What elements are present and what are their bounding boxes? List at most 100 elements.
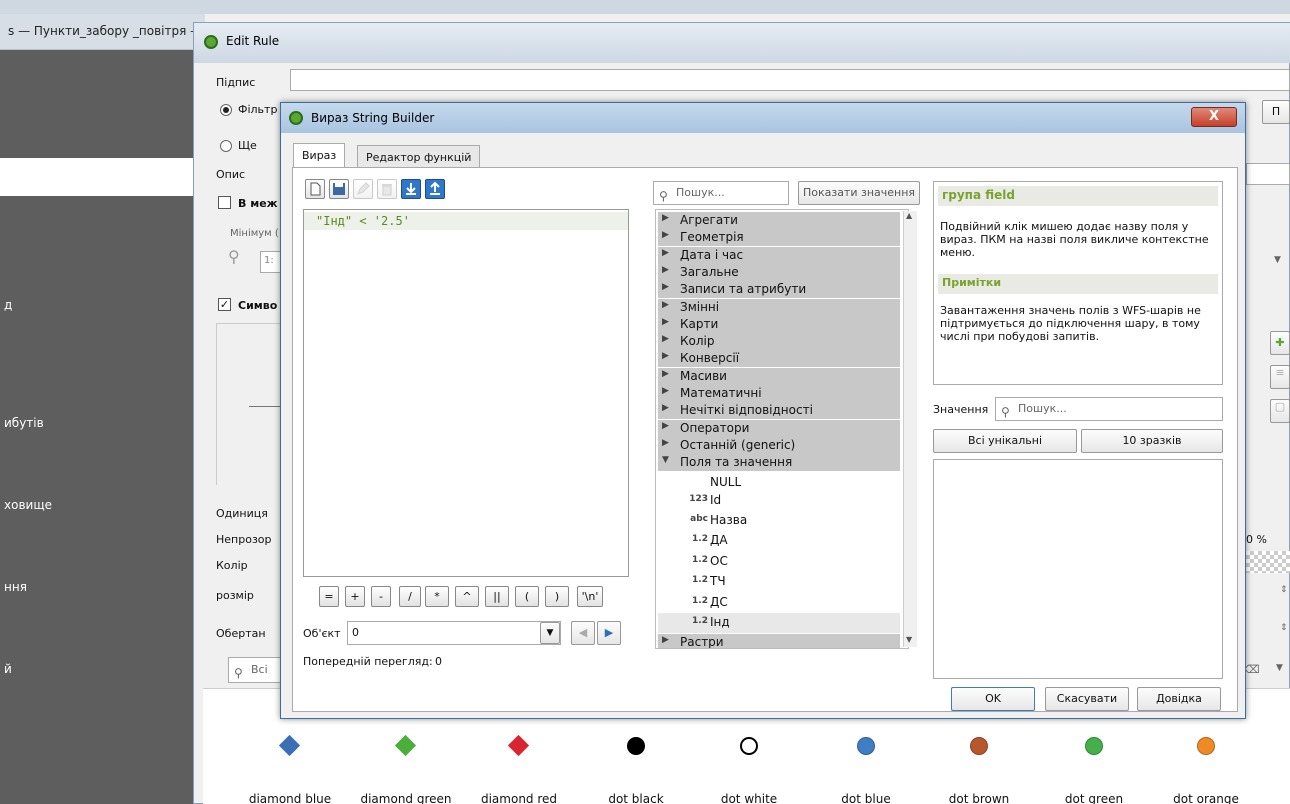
tree-group[interactable]: ▶ Растри — [658, 634, 900, 648]
tree-group[interactable]: ▶ Останній (generic) — [658, 436, 900, 454]
tree-group[interactable]: ▶ Геометрія — [658, 229, 900, 247]
close-button[interactable]: X — [1191, 107, 1237, 127]
tree-field-item[interactable]: 1.2 ДС — [658, 593, 900, 613]
function-tree-scrollbar[interactable]: ▲ ▼ — [903, 211, 917, 647]
background-panel-item[interactable]: ибутів — [4, 416, 44, 430]
operator-close-paren-button[interactable]: ) — [545, 586, 569, 607]
scale-checkbox[interactable] — [218, 196, 231, 209]
size-spinner-icon[interactable]: ⇕ — [1280, 585, 1288, 595]
values-search-input[interactable]: ⚲ Пошук... — [995, 397, 1223, 421]
symbol-search-input[interactable]: ⚲ Всі — [228, 657, 288, 683]
tree-field-item[interactable]: 1.2 ТЧ — [658, 572, 900, 592]
background-panel-item[interactable]: ховище — [4, 498, 52, 512]
expand-right-icon[interactable]: ▶ — [662, 438, 669, 448]
operator-concat-button[interactable]: || — [485, 586, 509, 607]
expand-right-icon[interactable]: ▶ — [662, 213, 669, 223]
tree-field-item[interactable]: 1.2 Інд — [658, 612, 900, 633]
object-select[interactable]: 0 — [347, 621, 561, 645]
tree-field-item[interactable]: 1.2 ДА — [658, 531, 900, 551]
expand-right-icon[interactable]: ▶ — [662, 317, 669, 327]
background-panel-item[interactable]: й — [4, 662, 12, 676]
tree-group[interactable]: ▼ Поля та значення — [658, 454, 900, 472]
symbol-checkbox[interactable]: ✓ — [218, 298, 231, 311]
function-tree[interactable]: ▶ Агрегати ▶ Геометрія ▶ Дата і час ▶ Загальне ▶… — [655, 209, 909, 649]
add-symbol-layer-button[interactable]: ✚ — [1270, 331, 1290, 355]
dot-symbol-icon[interactable] — [857, 737, 875, 755]
tree-group[interactable]: ▶ Колір — [658, 333, 900, 351]
label-input[interactable] — [290, 69, 1290, 91]
operator-power-button[interactable]: ^ — [455, 586, 479, 607]
previous-feature-button[interactable]: ◀ — [571, 621, 595, 645]
delete-button[interactable] — [377, 179, 397, 199]
clear-icon[interactable]: ⌫ — [1244, 663, 1260, 676]
tree-group[interactable]: ▶ Конверсії — [658, 350, 900, 368]
color-swatch[interactable] — [1246, 551, 1290, 573]
ok-button[interactable]: OK — [951, 687, 1035, 711]
tree-group[interactable]: ▶ Змінні — [658, 298, 900, 316]
filter-radio[interactable] — [220, 104, 232, 116]
expand-right-icon[interactable]: ▶ — [662, 265, 669, 275]
dot-symbol-icon[interactable] — [740, 737, 758, 755]
duplicate-symbol-layer-button[interactable]: ▢ — [1270, 399, 1290, 423]
operator-minus-button[interactable]: - — [371, 586, 391, 607]
cancel-button[interactable]: Скасувати — [1045, 687, 1129, 711]
dot-symbol-icon[interactable] — [1085, 737, 1103, 755]
expand-right-icon[interactable]: ▶ — [662, 282, 669, 292]
scroll-down-icon[interactable]: ▼ — [906, 635, 912, 644]
rotation-spinner-icon[interactable]: ⇕ — [1280, 623, 1288, 633]
export-button[interactable] — [425, 179, 445, 199]
new-file-button[interactable] — [305, 179, 325, 199]
tree-field-item[interactable]: 1.2 ОС — [658, 552, 900, 572]
chevron-down-icon[interactable]: ▼ — [540, 622, 560, 644]
expand-right-icon[interactable]: ▶ — [662, 421, 669, 431]
expand-right-icon[interactable]: ▶ — [662, 230, 669, 240]
expand-right-icon[interactable]: ▶ — [662, 635, 669, 645]
values-list[interactable] — [933, 459, 1223, 679]
else-radio[interactable] — [220, 140, 232, 152]
tree-group[interactable]: ▶ Оператори — [658, 419, 900, 437]
remove-symbol-layer-button[interactable]: ≡ — [1270, 365, 1290, 389]
operator-equals-button[interactable]: = — [319, 586, 339, 607]
tree-field-item[interactable]: abc Назва — [658, 511, 900, 531]
chevron-down-icon[interactable]: ▼ — [1274, 255, 1281, 265]
expand-right-icon[interactable]: ▶ — [662, 369, 669, 379]
help-button[interactable]: Довідка — [1137, 687, 1221, 711]
dot-symbol-icon[interactable] — [627, 737, 645, 755]
expand-right-icon[interactable]: ▶ — [662, 248, 669, 258]
tree-group[interactable]: ▶ Агрегати — [658, 212, 900, 229]
tree-group[interactable]: ▶ Дата і час — [658, 246, 900, 264]
operator-open-paren-button[interactable]: ( — [515, 586, 539, 607]
min-scale-input[interactable]: 1: — [260, 251, 282, 273]
ten-samples-button[interactable]: 10 зразків — [1081, 429, 1223, 453]
operator-newline-button[interactable]: '\n' — [577, 586, 603, 607]
tree-group[interactable]: ▶ Нечіткі відповідності — [658, 402, 900, 420]
dot-symbol-icon[interactable] — [970, 737, 988, 755]
filter-expression-button[interactable]: П — [1262, 100, 1290, 124]
tree-field-item[interactable]: 123 Id — [658, 491, 900, 511]
expand-right-icon[interactable]: ▶ — [662, 386, 669, 396]
operator-plus-button[interactable]: + — [345, 586, 365, 607]
tab-expression[interactable]: Вираз — [293, 143, 346, 169]
edit-button[interactable] — [353, 179, 373, 199]
expand-down-icon[interactable]: ▼ — [662, 455, 669, 465]
background-panel-item[interactable]: ння — [4, 580, 27, 594]
next-feature-button[interactable]: ▶ — [597, 621, 621, 645]
tree-group[interactable]: ▶ Карти — [658, 315, 900, 333]
tree-group[interactable]: ▶ Загальне — [658, 263, 900, 281]
operator-multiply-button[interactable]: * — [425, 586, 449, 607]
expand-right-icon[interactable]: ▶ — [662, 300, 669, 310]
expression-editor[interactable]: "Інд" < '2.5' — [303, 209, 629, 577]
show-values-button[interactable]: Показати значення — [798, 181, 920, 205]
import-button[interactable] — [401, 179, 421, 199]
expand-right-icon[interactable]: ▶ — [662, 334, 669, 344]
description-input[interactable] — [1246, 163, 1290, 185]
tree-group[interactable]: ▶ Масиви — [658, 367, 900, 385]
function-search-input[interactable]: ⚲ Пошук... — [653, 181, 789, 205]
chevron-down-icon[interactable]: ▼ — [1276, 663, 1283, 673]
save-button[interactable] — [329, 179, 349, 199]
expand-right-icon[interactable]: ▶ — [662, 351, 669, 361]
tab-function-editor[interactable]: Редактор функцій — [357, 145, 481, 169]
tree-field-item[interactable]: NULL — [658, 473, 900, 493]
all-unique-button[interactable]: Всі унікальні — [933, 429, 1077, 453]
zoom-icon[interactable]: ⚲ — [228, 247, 240, 266]
